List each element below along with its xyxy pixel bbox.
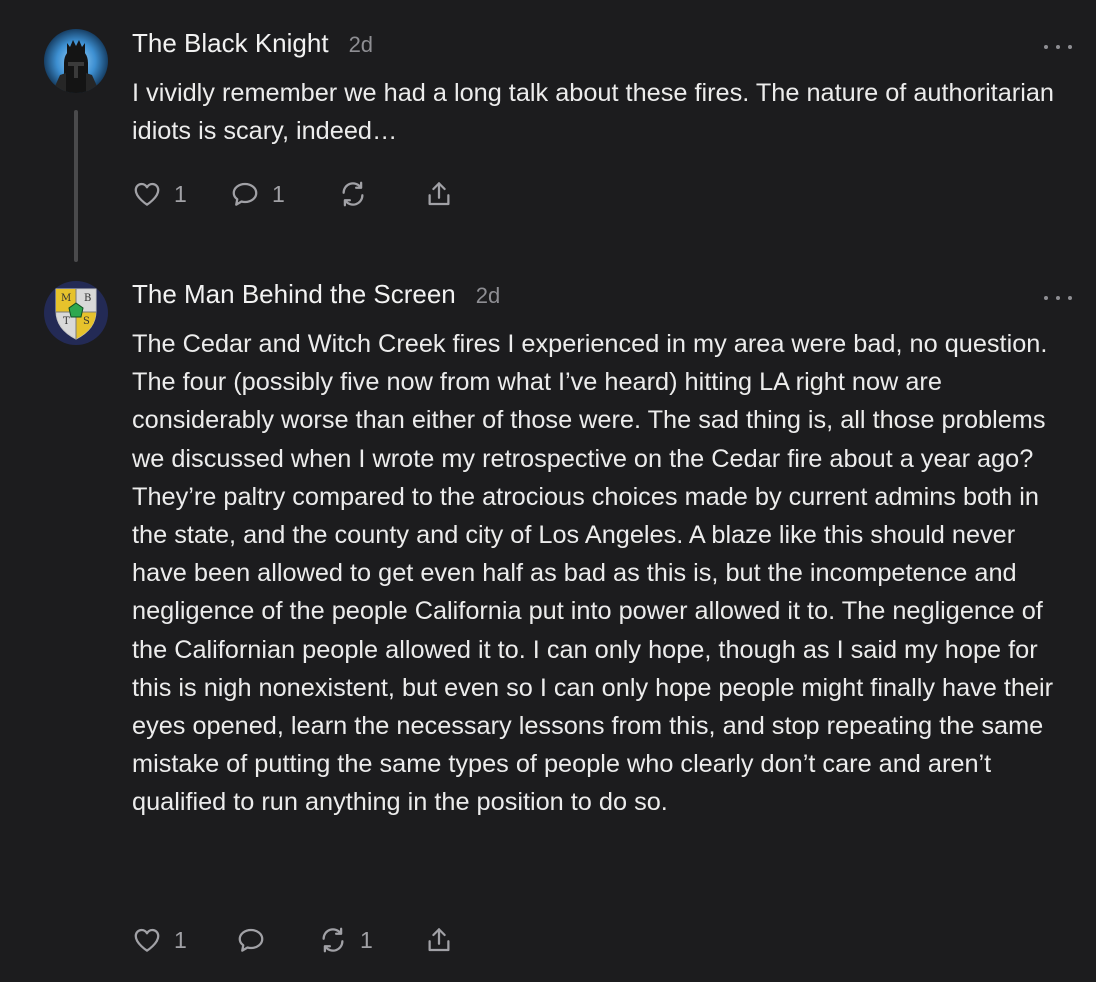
dot-icon <box>1044 45 1048 49</box>
share-button[interactable] <box>424 174 454 214</box>
reply-count: 1 <box>272 180 285 207</box>
restack-count: 1 <box>360 926 373 953</box>
dot-icon <box>1068 296 1072 300</box>
avatar[interactable]: M B T S <box>44 281 108 345</box>
dot-icon <box>1068 45 1072 49</box>
crest-letter: B <box>84 293 91 304</box>
restack-button[interactable] <box>338 174 380 214</box>
like-count: 1 <box>174 926 187 953</box>
restack-icon <box>342 181 364 207</box>
comment-body: I vividly remember we had a long talk ab… <box>132 79 1054 146</box>
more-options-button[interactable] <box>1044 40 1072 54</box>
dot-icon <box>1056 296 1060 300</box>
like-button[interactable]: 1 <box>132 174 187 214</box>
restack-icon <box>322 927 344 953</box>
crest-letter: T <box>63 316 70 327</box>
comment-body: The Cedar and Witch Creek fires I experi… <box>132 330 1054 817</box>
timestamp[interactable]: 2d <box>476 283 500 309</box>
dot-icon <box>1056 45 1060 49</box>
author-name[interactable]: The Black Knight <box>132 28 329 59</box>
like-button[interactable]: 1 <box>132 920 187 960</box>
crest-letter: S <box>83 316 90 327</box>
comment-header: The Black Knight 2d <box>132 28 373 68</box>
thread-line <box>74 110 78 262</box>
share-icon <box>428 182 450 206</box>
crest-letter: M <box>61 293 71 304</box>
share-button[interactable] <box>424 920 454 960</box>
heart-icon <box>134 928 160 952</box>
comment-bubble-icon <box>238 928 264 952</box>
comment-bubble-icon <box>232 182 258 206</box>
more-options-button[interactable] <box>1044 291 1072 305</box>
reply-button[interactable] <box>236 920 278 960</box>
restack-button[interactable]: 1 <box>318 920 373 960</box>
like-count: 1 <box>174 180 187 207</box>
comment-header: The Man Behind the Screen 2d <box>132 279 500 319</box>
reply-button[interactable]: 1 <box>230 174 285 214</box>
author-name[interactable]: The Man Behind the Screen <box>132 279 456 310</box>
share-icon <box>428 928 450 952</box>
heart-icon <box>134 182 160 206</box>
dot-icon <box>1044 296 1048 300</box>
avatar[interactable] <box>44 29 108 93</box>
timestamp[interactable]: 2d <box>349 32 373 58</box>
